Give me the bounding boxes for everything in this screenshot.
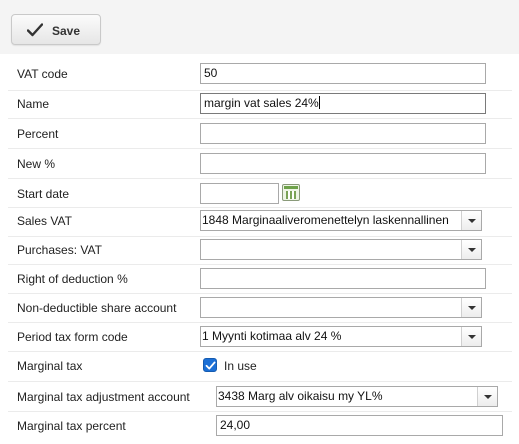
right-of-deduction-label: Right of deduction % <box>17 272 128 286</box>
marginal-tax-adjustment-account-label: Marginal tax adjustment account <box>17 390 190 404</box>
purchases-vat-label: Purchases: VAT <box>17 243 102 257</box>
period-tax-form-code-label: Period tax form code <box>17 330 128 344</box>
sales-vat-label: Sales VAT <box>17 214 72 228</box>
divider <box>8 322 512 323</box>
calendar-icon[interactable] <box>282 184 300 201</box>
new-percent-label: New % <box>17 157 56 171</box>
start-date-input[interactable] <box>200 183 279 204</box>
name-input-value: margin vat sales 24% <box>204 96 319 110</box>
new-percent-input[interactable] <box>200 153 486 174</box>
name-label: Name <box>17 97 50 111</box>
marginal-tax-percent-input[interactable]: 24,00 <box>216 415 503 436</box>
divider <box>8 264 512 265</box>
divider <box>8 236 512 237</box>
marginal-tax-adjustment-account-value: 3438 Marg alv oikaisu my YL% <box>218 389 383 403</box>
period-tax-form-code-value: 1 Myynti kotimaa alv 24 % <box>202 329 342 343</box>
sales-vat-select[interactable]: 1848 Marginaaliveromenettelyn laskennall… <box>200 210 482 231</box>
period-tax-form-code-select[interactable]: 1 Myynti kotimaa alv 24 % <box>200 326 482 347</box>
chevron-down-icon <box>477 387 497 406</box>
marginal-tax-label: Marginal tax <box>17 359 83 373</box>
right-of-deduction-input[interactable] <box>200 268 486 289</box>
text-cursor <box>318 96 320 109</box>
vat-code-input[interactable]: 50 <box>200 63 486 84</box>
save-button-label: Save <box>52 24 81 38</box>
marginal-tax-checkbox-label[interactable]: In use <box>224 359 257 373</box>
marginal-tax-percent-label: Marginal tax percent <box>17 419 126 433</box>
divider <box>8 381 512 382</box>
checkmark-icon <box>205 361 216 370</box>
start-date-label: Start date <box>17 187 70 201</box>
divider <box>8 411 512 412</box>
sales-vat-value: 1848 Marginaaliveromenettelyn laskennall… <box>202 213 449 227</box>
checkmark-icon <box>27 23 43 37</box>
marginal-tax-adjustment-account-select[interactable]: 3438 Marg alv oikaisu my YL% <box>216 386 498 407</box>
chevron-down-icon <box>461 211 481 230</box>
divider <box>8 118 512 119</box>
toolbar: Save <box>0 0 519 54</box>
chevron-down-icon <box>461 298 481 317</box>
percent-label: Percent <box>17 127 59 141</box>
percent-input[interactable] <box>200 123 486 144</box>
chevron-down-icon <box>461 240 481 259</box>
name-input[interactable]: margin vat sales 24% <box>200 93 486 114</box>
divider <box>8 148 512 149</box>
non-deductible-share-label: Non-deductible share account <box>17 301 177 315</box>
divider <box>8 90 512 91</box>
vat-code-label: VAT code <box>17 67 68 81</box>
divider <box>8 293 512 294</box>
marginal-tax-checkbox[interactable] <box>203 358 217 372</box>
save-button[interactable]: Save <box>11 14 101 45</box>
divider <box>8 178 512 179</box>
non-deductible-share-select[interactable] <box>200 297 482 318</box>
purchases-vat-select[interactable] <box>200 239 482 260</box>
divider <box>8 351 512 352</box>
divider <box>8 207 512 208</box>
chevron-down-icon <box>461 327 481 346</box>
